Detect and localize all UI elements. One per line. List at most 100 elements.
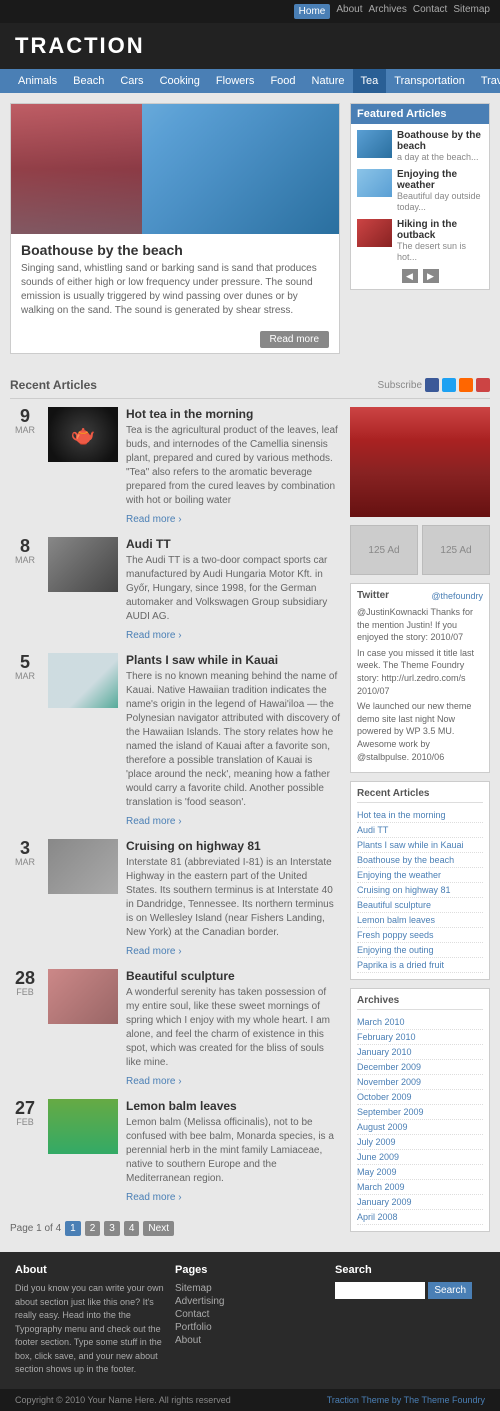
recent-section: Recent Articles Subscribe 9 MAR	[0, 372, 500, 1252]
rss-icon[interactable]	[459, 378, 473, 392]
cat-transportation[interactable]: Transportation	[386, 69, 473, 93]
list-item[interactable]: Enjoying the weather	[357, 868, 483, 883]
list-item[interactable]: January 2009	[357, 1195, 483, 1210]
list-item[interactable]: September 2009	[357, 1105, 483, 1120]
cat-animals[interactable]: Animals	[10, 69, 65, 93]
list-item[interactable]: Plants I saw while in Kauai	[357, 838, 483, 853]
footer-search-area: Search	[335, 1282, 485, 1299]
cat-cars[interactable]: Cars	[112, 69, 151, 93]
footer-sitemap[interactable]: Sitemap	[175, 1282, 325, 1295]
slider-column: Boathouse by the beach Singing sand, whi…	[10, 103, 340, 362]
recent-title: Recent Articles	[10, 378, 97, 392]
footer-search-button[interactable]: Search	[428, 1282, 472, 1299]
read-more-5[interactable]: Read more	[126, 1076, 182, 1087]
article-thumb-5	[48, 969, 118, 1024]
footer-contact[interactable]: Contact	[175, 1308, 325, 1321]
list-item[interactable]: Paprika is a dried fruit	[357, 958, 483, 973]
list-item[interactable]: Fresh poppy seeds	[357, 928, 483, 943]
list-item[interactable]: Hot tea in the morning	[357, 808, 483, 823]
theme-credit[interactable]: Traction Theme by The Theme Foundry	[327, 1395, 485, 1405]
footer-about-link[interactable]: About	[175, 1334, 325, 1347]
article-title-3: Plants I saw while in Kauai	[126, 653, 340, 667]
email-icon[interactable]	[476, 378, 490, 392]
article-title-4: Cruising on highway 81	[126, 839, 340, 853]
fa-prev-button[interactable]: ◀	[402, 269, 418, 283]
top-navigation: Home About Archives Contact Sitemap	[0, 0, 500, 23]
read-more-1[interactable]: Read more	[126, 514, 182, 525]
list-item[interactable]: February 2010	[357, 1030, 483, 1045]
cat-travel[interactable]: Travel	[473, 69, 500, 93]
fa-next-button[interactable]: ▶	[423, 269, 439, 283]
subscribe-area: Subscribe	[378, 378, 490, 392]
article-body-6: Lemon balm (Melissa officinalis), not to…	[126, 1116, 340, 1186]
footer-pages-title: Pages	[175, 1264, 325, 1276]
article-content-3: Plants I saw while in Kauai There is no …	[126, 653, 340, 827]
list-item[interactable]: Audi TT	[357, 823, 483, 838]
list-item[interactable]: August 2009	[357, 1120, 483, 1135]
article-body-5: A wonderful serenity has taken possessio…	[126, 986, 340, 1070]
list-item[interactable]: May 2009	[357, 1165, 483, 1180]
list-item[interactable]: Cruising on highway 81	[357, 883, 483, 898]
next-button[interactable]: Next	[143, 1221, 174, 1236]
cat-beach[interactable]: Beach	[65, 69, 112, 93]
article-title-1: Hot tea in the morning	[126, 407, 340, 421]
fa-thumb-2	[357, 169, 392, 197]
footer-advertising[interactable]: Advertising	[175, 1295, 325, 1308]
ad-boxes: 125 Ad 125 Ad	[350, 525, 490, 575]
fa-navigation: ◀ ▶	[357, 269, 483, 283]
list-item[interactable]: October 2009	[357, 1090, 483, 1105]
list-item[interactable]: June 2009	[357, 1150, 483, 1165]
footer-pages-list: Sitemap Advertising Contact Portfolio Ab…	[175, 1282, 325, 1347]
list-item[interactable]: Boathouse by the beach	[357, 853, 483, 868]
footer-portfolio[interactable]: Portfolio	[175, 1321, 325, 1334]
sidebar-recent-list: Hot tea in the morning Audi TT Plants I …	[357, 808, 483, 973]
fa-text-2: Enjoying the weather Beautiful day outsi…	[397, 169, 483, 213]
nav-sitemap[interactable]: Sitemap	[453, 4, 490, 19]
page-3-button[interactable]: 3	[104, 1221, 120, 1236]
page-4-button[interactable]: 4	[124, 1221, 140, 1236]
twitter-label: Twitter	[357, 590, 389, 601]
table-row: 27 FEB Lemon balm leaves Lemon balm (Mel…	[10, 1099, 340, 1203]
article-thumb-3	[48, 653, 118, 708]
table-row: 9 MAR Hot tea in the morning Tea is the …	[10, 407, 340, 525]
list-item[interactable]: Enjoying the outing	[357, 943, 483, 958]
list-item[interactable]: March 2010	[357, 1015, 483, 1030]
cat-food[interactable]: Food	[262, 69, 303, 93]
list-item[interactable]: July 2009	[357, 1135, 483, 1150]
list-item[interactable]: December 2009	[357, 1060, 483, 1075]
table-row: 3 MAR Cruising on highway 81 Interstate …	[10, 839, 340, 957]
page-1-button[interactable]: 1	[65, 1221, 81, 1236]
list-item[interactable]: March 2009	[357, 1180, 483, 1195]
fa-thumb-3	[357, 219, 392, 247]
fa-item-1: Boathouse by the beach a day at the beac…	[357, 130, 483, 163]
slider-image	[11, 104, 339, 234]
twitter-handle[interactable]: @thefoundry	[431, 591, 483, 601]
nav-home[interactable]: Home	[294, 4, 331, 19]
read-more-button[interactable]: Read more	[260, 331, 329, 348]
list-item[interactable]: January 2010	[357, 1045, 483, 1060]
nav-contact[interactable]: Contact	[413, 4, 447, 19]
cat-cooking[interactable]: Cooking	[152, 69, 208, 93]
article-date-4: 3 MAR	[10, 839, 40, 867]
twitter-icon[interactable]	[442, 378, 456, 392]
list-item[interactable]: April 2008	[357, 1210, 483, 1225]
footer-search-input[interactable]	[335, 1282, 425, 1299]
read-more-2[interactable]: Read more	[126, 630, 182, 641]
read-more-3[interactable]: Read more	[126, 816, 182, 827]
read-more-4[interactable]: Read more	[126, 946, 182, 957]
read-more-6[interactable]: Read more	[126, 1192, 182, 1203]
cat-flowers[interactable]: Flowers	[208, 69, 263, 93]
page-2-button[interactable]: 2	[85, 1221, 101, 1236]
list-item[interactable]: November 2009	[357, 1075, 483, 1090]
cat-nature[interactable]: Nature	[304, 69, 353, 93]
article-body-2: The Audi TT is a two-door compact sports…	[126, 554, 340, 624]
featured-text: Boathouse by the beach Singing sand, whi…	[11, 234, 339, 326]
cat-tea[interactable]: Tea	[353, 69, 387, 93]
list-item[interactable]: Beautiful sculpture	[357, 898, 483, 913]
facebook-icon[interactable]	[425, 378, 439, 392]
list-item[interactable]: Lemon balm leaves	[357, 913, 483, 928]
nav-archives[interactable]: Archives	[368, 4, 406, 19]
footer-about-title: About	[15, 1264, 165, 1276]
nav-about[interactable]: About	[336, 4, 362, 19]
fa-thumb-1	[357, 130, 392, 158]
